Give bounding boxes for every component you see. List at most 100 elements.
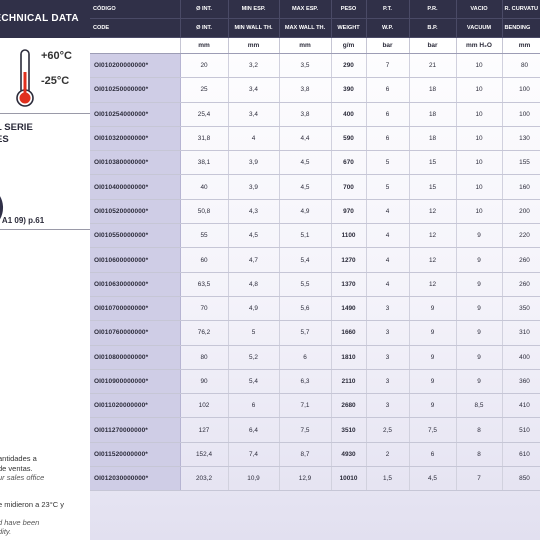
table-cell: 1810 — [331, 345, 367, 370]
table-cell: 2110 — [331, 369, 367, 395]
table-cell: 152,4 — [180, 442, 229, 468]
table-cell: 8 — [456, 417, 503, 443]
table-cell: 70 — [180, 296, 229, 322]
table-cell: 76,2 — [180, 320, 229, 346]
max-temperature: +60°C — [41, 50, 73, 62]
table-cell: 40 — [180, 174, 229, 200]
table-cell: 25,4 — [180, 102, 229, 127]
table-cell: 610 — [502, 442, 540, 468]
min-temperature: -25°C — [41, 75, 70, 87]
table-row: OI010250000000* 25 3,4 3,8 390 6 18 10 100 — [90, 77, 540, 103]
table-cell: 5 — [366, 150, 410, 176]
table-cell: 5 — [366, 174, 410, 200]
table-cell: 7,4 — [228, 442, 280, 468]
table-row: OI010200000000* 20 3,2 3,5 290 7 21 10 80 — [90, 53, 540, 79]
table-cell: 410 — [502, 393, 540, 419]
table-cell: 3,4 — [228, 102, 280, 127]
column-header-es: PESO — [331, 0, 367, 19]
table-cell: 220 — [502, 223, 540, 249]
unit-cell: mm — [279, 37, 332, 54]
table-cell: 7,5 — [279, 417, 332, 443]
table-row: OI010900000000* 90 5,4 6,3 2110 3 9 9 360 — [90, 369, 540, 395]
table-cell: 5,6 — [279, 296, 332, 322]
table-cell: 9 — [409, 345, 457, 370]
table-cell: 350 — [502, 296, 540, 322]
table-cell: 970 — [331, 199, 367, 225]
divider — [0, 113, 90, 114]
column-header-es: MAX ESP. — [279, 0, 332, 19]
table-cell: 4,7 — [228, 247, 280, 273]
table-cell: 4,3 — [228, 199, 280, 225]
table-cell: 3 — [366, 320, 410, 346]
table-cell: 63,5 — [180, 272, 229, 297]
table-cell: 38,1 — [180, 150, 229, 176]
table-cell: 3,8 — [279, 77, 332, 103]
table-row: OI010320000000* 31,8 4 4,4 590 6 18 10 130 — [90, 126, 540, 152]
table-cell: 100 — [502, 77, 540, 103]
table-cell: 9 — [409, 296, 457, 322]
table-cell: 7,5 — [409, 417, 457, 443]
series-label: L SERIE ES — [0, 122, 33, 145]
table-cell: 5,4 — [228, 369, 280, 395]
table-cell: 21 — [409, 53, 457, 79]
table-cell: 4,9 — [228, 296, 280, 322]
table-cell: 390 — [331, 77, 367, 103]
table-cell: 2,5 — [366, 417, 410, 443]
table-cell: 1490 — [331, 296, 367, 322]
table-cell: 4 — [228, 126, 280, 152]
table-row: OI011520000000* 152,4 7,4 8,7 4930 2 6 8 610 — [90, 442, 540, 468]
table-cell: 9 — [456, 369, 503, 395]
units-row: mm mm mm g/m bar bar mm H₂O mm — [90, 37, 540, 54]
table-cell: 10 — [456, 174, 503, 200]
table-cell: 4 — [366, 199, 410, 225]
table-cell: 4 — [366, 223, 410, 249]
product-code-cell: OI010254000000* — [90, 102, 181, 127]
table-body: OI010200000000* 20 3,2 3,5 290 7 21 10 80 OI01025… — [90, 53, 540, 492]
table-cell: 10,9 — [228, 466, 280, 492]
table-cell: 1370 — [331, 272, 367, 297]
column-header-en: MAX WALL TH. — [279, 18, 332, 38]
product-code-cell: OI010630000000* — [90, 272, 181, 297]
table-cell: 6,3 — [279, 369, 332, 395]
table-cell: 8,5 — [456, 393, 503, 419]
column-header-en: VACUUM — [456, 18, 503, 38]
table-cell: 5 — [228, 320, 280, 346]
table-cell: 80 — [502, 53, 540, 79]
column-header-en: BENDING — [502, 18, 540, 38]
product-code-cell: OI010700000000* — [90, 296, 181, 322]
table-cell: 31,8 — [180, 126, 229, 152]
table-cell: 15 — [409, 150, 457, 176]
table-cell: 6 — [366, 126, 410, 152]
header-row-es: CÓDIGO Ø INT. MIN ESP. MAX ESP. PESO P.T. P.R.… — [90, 0, 540, 19]
table-cell: 7 — [456, 466, 503, 492]
table-cell: 127 — [180, 417, 229, 443]
table-cell: 203,2 — [180, 466, 229, 492]
table-cell: 9 — [456, 345, 503, 370]
column-header-es: CÓDIGO — [90, 0, 181, 19]
column-header-en: W.P. — [366, 18, 410, 38]
product-code-cell: OI011520000000* — [90, 442, 181, 468]
table-cell: 12 — [409, 272, 457, 297]
product-code-cell: OI010760000000* — [90, 320, 181, 346]
table-cell: 9 — [456, 272, 503, 297]
table-cell: 9 — [456, 223, 503, 249]
table-cell: 9 — [456, 247, 503, 273]
product-code-cell: OI010800000000* — [90, 345, 181, 370]
table-cell: 9 — [409, 320, 457, 346]
column-header-es: P.R. — [409, 0, 457, 19]
unit-cell: mm — [180, 37, 229, 54]
note-measurement: e midieron a 23°C y d have been dity. — [0, 500, 64, 536]
table-cell: 2 — [366, 442, 410, 468]
table-cell: 50,8 — [180, 199, 229, 225]
table-cell: 850 — [502, 466, 540, 492]
table-row: OI012030000000* 203,2 10,9 12,9 10010 1,5 4,5 7… — [90, 466, 540, 492]
table-cell: 4,5 — [228, 223, 280, 249]
table-cell: 5,5 — [279, 272, 332, 297]
unit-cell: mm H₂O — [456, 37, 503, 54]
table-cell: 18 — [409, 126, 457, 152]
product-code-cell: OI010320000000* — [90, 126, 181, 152]
table-cell: 510 — [502, 417, 540, 443]
hose-image — [0, 197, 3, 219]
column-header-en: B.P. — [409, 18, 457, 38]
table-cell: 4 — [366, 272, 410, 297]
